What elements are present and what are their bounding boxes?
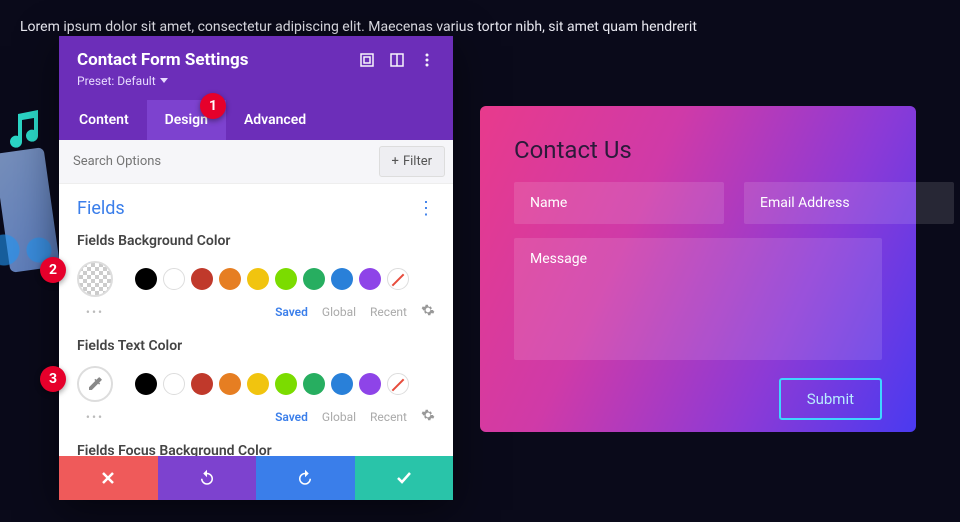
palette-saved-tab[interactable]: Saved [275, 305, 308, 319]
swatch-orange[interactable] [219, 268, 241, 290]
message-field[interactable] [514, 238, 882, 360]
swatch-lime[interactable] [275, 268, 297, 290]
panel-title: Contact Form Settings [77, 50, 249, 70]
swatch-red[interactable] [191, 268, 213, 290]
palette-recent-tab[interactable]: Recent [370, 305, 407, 319]
chevron-down-icon [160, 78, 168, 84]
preset-dropdown[interactable]: Preset: Default [77, 74, 435, 88]
panel-footer [59, 456, 453, 500]
annotation-badge-1: 1 [200, 93, 226, 119]
plus-icon: + [392, 154, 399, 169]
filter-button[interactable]: + Filter [379, 146, 445, 177]
save-button[interactable] [355, 456, 454, 500]
redo-button[interactable] [256, 456, 355, 500]
swatch-options-icon[interactable]: ••• [77, 410, 113, 424]
name-field[interactable] [514, 182, 724, 224]
panel-header: Contact Form Settings Preset: Default [59, 36, 453, 100]
swatch-options-icon[interactable]: ••• [77, 305, 113, 319]
swatch-purple[interactable] [359, 268, 381, 290]
expand-icon[interactable] [359, 52, 375, 68]
search-input[interactable] [59, 142, 371, 181]
swatches-fields-bg [77, 261, 435, 297]
label-fields-bg-color: Fields Background Color [77, 233, 435, 249]
annotation-badge-2: 2 [40, 257, 66, 283]
more-options-icon[interactable] [419, 52, 435, 68]
palette-settings-icon[interactable] [421, 408, 435, 425]
swatch-white[interactable] [163, 373, 185, 395]
panel-body: Fields ⋮ Fields Background Color ••• Sav… [59, 184, 453, 456]
background-decoration [0, 100, 60, 360]
swatch-none[interactable] [387, 268, 409, 290]
current-swatch-eyedropper[interactable] [77, 366, 113, 402]
palette-saved-tab[interactable]: Saved [275, 410, 308, 424]
check-icon [396, 470, 412, 486]
swatch-orange[interactable] [219, 373, 241, 395]
swatch-black[interactable] [135, 373, 157, 395]
panel-tabs: Content Design Advanced [59, 100, 453, 140]
undo-icon [198, 469, 216, 487]
label-fields-text-color: Fields Text Color [77, 338, 435, 354]
swatch-blue[interactable] [331, 268, 353, 290]
cancel-button[interactable] [59, 456, 158, 500]
panel-layout-icon[interactable] [389, 52, 405, 68]
contact-form-preview: Contact Us Submit [480, 106, 916, 432]
section-more-icon[interactable]: ⋮ [417, 200, 435, 218]
current-swatch-transparent[interactable] [77, 261, 113, 297]
section-title-fields[interactable]: Fields [77, 198, 125, 219]
swatch-green[interactable] [303, 268, 325, 290]
filter-label: Filter [403, 154, 432, 169]
submit-button[interactable]: Submit [779, 378, 882, 420]
swatch-black[interactable] [135, 268, 157, 290]
tab-content[interactable]: Content [61, 100, 147, 140]
swatch-lime[interactable] [275, 373, 297, 395]
swatches-fields-text [77, 366, 435, 402]
swatch-red[interactable] [191, 373, 213, 395]
undo-button[interactable] [158, 456, 257, 500]
search-row: + Filter [59, 140, 453, 184]
swatch-white[interactable] [163, 268, 185, 290]
swatch-yellow[interactable] [247, 373, 269, 395]
palette-global-tab[interactable]: Global [322, 410, 356, 424]
music-note-icon [8, 110, 42, 152]
annotation-badge-3: 3 [40, 366, 66, 392]
palette-settings-icon[interactable] [421, 303, 435, 320]
email-field[interactable] [744, 182, 954, 224]
swatch-none[interactable] [387, 373, 409, 395]
close-icon [101, 471, 115, 485]
swatch-blue[interactable] [331, 373, 353, 395]
palette-global-tab[interactable]: Global [322, 305, 356, 319]
preset-label: Preset: Default [77, 74, 156, 88]
label-fields-focus-bg-color: Fields Focus Background Color [77, 443, 435, 456]
tab-advanced[interactable]: Advanced [226, 100, 324, 140]
swatch-green[interactable] [303, 373, 325, 395]
redo-icon [296, 469, 314, 487]
swatch-purple[interactable] [359, 373, 381, 395]
swatch-yellow[interactable] [247, 268, 269, 290]
settings-panel: Contact Form Settings Preset: Default Co… [59, 36, 453, 500]
palette-recent-tab[interactable]: Recent [370, 410, 407, 424]
preview-title: Contact Us [514, 136, 882, 164]
